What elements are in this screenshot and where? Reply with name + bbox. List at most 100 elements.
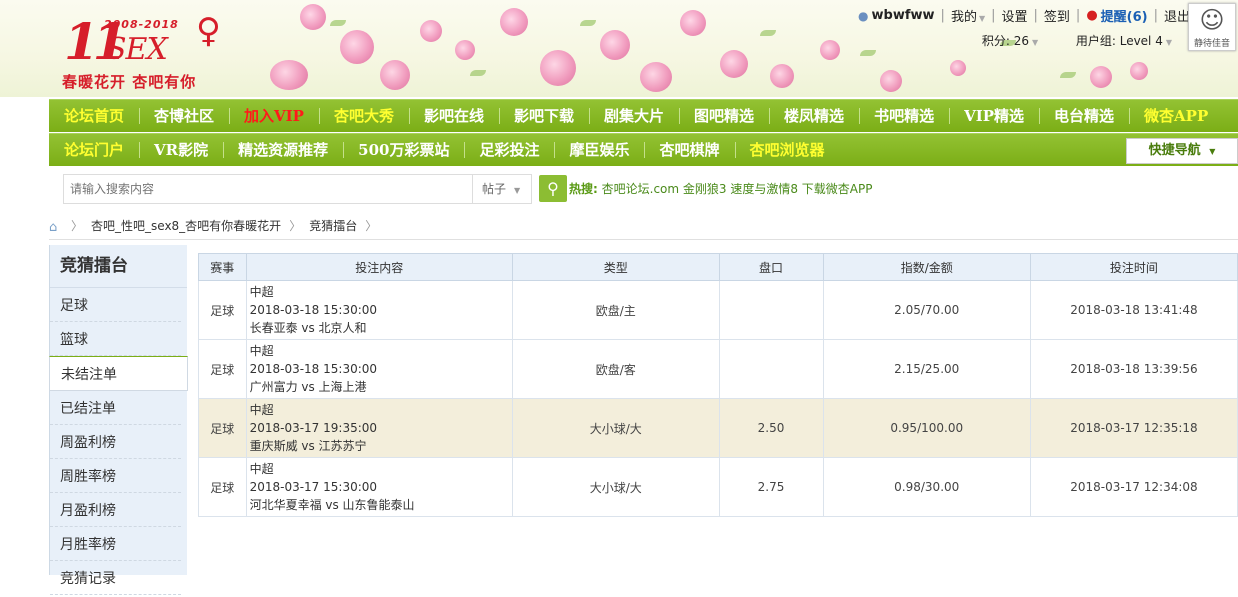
search-button[interactable]: ⚲ (539, 175, 567, 202)
nav-item[interactable]: 杏博社区 (139, 100, 229, 132)
chevron-right-icon: 〉 (365, 219, 378, 233)
nav-item[interactable]: 论坛首页 (49, 100, 139, 132)
sport-cell: 足球 (198, 280, 247, 340)
type-cell: 欧盘/客 (511, 339, 720, 399)
my-menu[interactable]: 我的 ▼ (951, 6, 985, 25)
flower-decoration (270, 60, 308, 90)
column-header: 指数/金额 (822, 253, 1031, 281)
flower-decoration (600, 30, 630, 60)
nav-item[interactable]: 杏吧大秀 (318, 100, 409, 132)
points-menu[interactable]: 积分: 26 ▼ (982, 34, 1038, 48)
user-toolbar: ● wbwfww | 我的 ▼ | 设置 | 签到 | ● 提醒(6) | 退出 (858, 6, 1190, 25)
flower-decoration (950, 60, 966, 76)
breadcrumb: ⌂ 〉 杏吧_性吧_sex8_杏吧有你春暖花开 〉 竞猜擂台 〉 (49, 217, 385, 235)
nav-item[interactable]: 图吧精选 (679, 100, 769, 132)
league: 中超 (249, 285, 274, 299)
nav-item[interactable]: 影吧下载 (499, 100, 589, 132)
nav-item[interactable]: 书吧精选 (859, 100, 949, 132)
flower-decoration (420, 20, 442, 42)
sidebar-item[interactable]: 月胜率榜 (50, 527, 181, 561)
nav-item[interactable]: 杏吧棋牌 (644, 134, 734, 166)
table-row: 足球 中超 2018-03-17 15:30:00 河北华夏幸福 vs 山东鲁能泰山… (198, 457, 1238, 517)
flower-decoration (680, 10, 706, 36)
handicap-cell: 2.75 (718, 457, 824, 517)
secondary-nav: 论坛门户 VR影院 精选资源推荐 500万彩票站 足彩投注 摩臣娱乐 杏吧棋牌 … (49, 133, 1238, 166)
column-header: 盘口 (718, 253, 824, 281)
breadcrumb-item[interactable]: 杏吧_性吧_sex8_杏吧有你春暖花开 (91, 217, 281, 234)
chevron-down-icon: ▼ (514, 186, 521, 195)
flower-decoration (455, 40, 475, 60)
avatar[interactable]: ☺ 静待佳音 (1188, 3, 1236, 51)
nav-item[interactable]: 杏吧浏览器 (734, 134, 840, 166)
chevron-down-icon: ▼ (1032, 38, 1039, 47)
user-icon: ● (858, 8, 869, 23)
usergroup-menu[interactable]: 用户组: Level 4 ▼ (1076, 34, 1172, 48)
my-menu-label: 我的 (950, 10, 977, 25)
sidebar-item[interactable]: 足球 (50, 288, 181, 322)
table-row-highlighted: 足球 中超 2018-03-17 19:35:00 重庆斯威 vs 江苏苏宁 大小球… (198, 398, 1238, 458)
sidebar-item[interactable]: 周胜率榜 (50, 459, 181, 493)
search-input[interactable] (64, 175, 470, 203)
bet-content-cell: 中超 2018-03-18 15:30:00 长春亚泰 vs 北京人和 (245, 280, 513, 340)
nav-item[interactable]: 精选资源推荐 (223, 134, 343, 166)
chevron-right-icon: 〉 (71, 219, 84, 233)
bet-content-cell: 中超 2018-03-18 15:30:00 广州富力 vs 上海上港 (245, 339, 513, 399)
checkin-link[interactable]: 签到 (1044, 6, 1070, 25)
nav-item[interactable]: 论坛门户 (49, 134, 139, 166)
nav-item[interactable]: VIP精选 (949, 100, 1039, 132)
nav-item[interactable]: 500万彩票站 (343, 134, 464, 166)
sidebar-item[interactable]: 已结注单 (50, 391, 181, 425)
odds-amount-cell: 2.05/70.00 (822, 280, 1031, 340)
leaf-decoration (860, 50, 876, 56)
league: 中超 (249, 344, 274, 358)
quick-nav-button[interactable]: 快捷导航 ▼ (1126, 138, 1238, 164)
teams: 广州富力 vs 上海上港 (249, 380, 367, 394)
nav-item[interactable]: 足彩投注 (464, 134, 554, 166)
nav-item[interactable]: VR影院 (139, 134, 223, 166)
logout-link[interactable]: 退出 (1164, 6, 1190, 25)
column-header: 投注内容 (245, 253, 513, 281)
sidebar: 竞猜擂台 足球 篮球 未结注单 已结注单 周盈利榜 周胜率榜 月盈利榜 月胜率榜… (49, 245, 188, 595)
separator: | (940, 8, 945, 23)
hot-search-links[interactable]: 杏吧论坛.com 金刚狼3 速度与激情8 下载微杏APP (602, 182, 873, 196)
nav-item[interactable]: 剧集大片 (589, 100, 679, 132)
sidebar-item-active[interactable]: 未结注单 (49, 356, 188, 391)
logo-years: 2008-2018 (104, 18, 179, 31)
site-slogan: 春暖花开 杏吧有你 (62, 73, 197, 91)
nav-item[interactable]: 影吧在线 (408, 100, 499, 132)
hot-search-label: 热搜: (569, 182, 598, 196)
chevron-down-icon: ▼ (1165, 38, 1172, 47)
remind-link[interactable]: 提醒(6) (1101, 6, 1148, 25)
bet-content-cell: 中超 2018-03-17 19:35:00 重庆斯威 vs 江苏苏宁 (245, 398, 513, 458)
flower-decoration (340, 30, 374, 64)
leaf-decoration (580, 20, 596, 26)
breadcrumb-item[interactable]: 竞猜擂台 (309, 217, 357, 234)
odds-amount-cell: 0.98/30.00 (822, 457, 1031, 517)
bet-content-cell: 中超 2018-03-17 15:30:00 河北华夏幸福 vs 山东鲁能泰山 (245, 457, 513, 517)
nav-item[interactable]: 加入VIP (229, 100, 319, 132)
bets-table: 赛事 投注内容 类型 盘口 指数/金额 投注时间 足球 中超 2018-03-18… (198, 253, 1238, 517)
leaf-decoration (760, 30, 776, 36)
nav-item[interactable]: 楼凤精选 (769, 100, 859, 132)
nav-item[interactable]: 微杏APP (1129, 100, 1223, 132)
username-link[interactable]: wbwfww (872, 8, 935, 23)
teams: 河北华夏幸福 vs 山东鲁能泰山 (249, 498, 415, 512)
settings-link[interactable]: 设置 (1002, 6, 1028, 25)
table-header-row: 赛事 投注内容 类型 盘口 指数/金额 投注时间 (198, 253, 1238, 281)
sidebar-item[interactable]: 周盈利榜 (50, 425, 181, 459)
nav-item[interactable]: 摩臣娱乐 (554, 134, 644, 166)
table-row: 足球 中超 2018-03-18 15:30:00 广州富力 vs 上海上港 欧盘/… (198, 339, 1238, 399)
sidebar-item[interactable]: 篮球 (50, 322, 181, 356)
search-type-select[interactable]: 帖子 ▼ (472, 175, 531, 203)
home-icon[interactable]: ⌂ (49, 220, 63, 235)
flower-decoration (770, 64, 794, 88)
nav-item[interactable]: 电台精选 (1039, 100, 1129, 132)
quick-nav-label: 快捷导航 (1148, 143, 1201, 158)
sidebar-item[interactable]: 竞猜记录 (50, 561, 181, 595)
sidebar-item[interactable]: 月盈利榜 (50, 493, 181, 527)
column-header: 投注时间 (1029, 253, 1238, 281)
leaf-decoration (1060, 72, 1076, 78)
flower-decoration (540, 50, 576, 86)
odds-amount-cell: 0.95/100.00 (822, 398, 1031, 458)
handicap-cell: 2.50 (718, 398, 824, 458)
